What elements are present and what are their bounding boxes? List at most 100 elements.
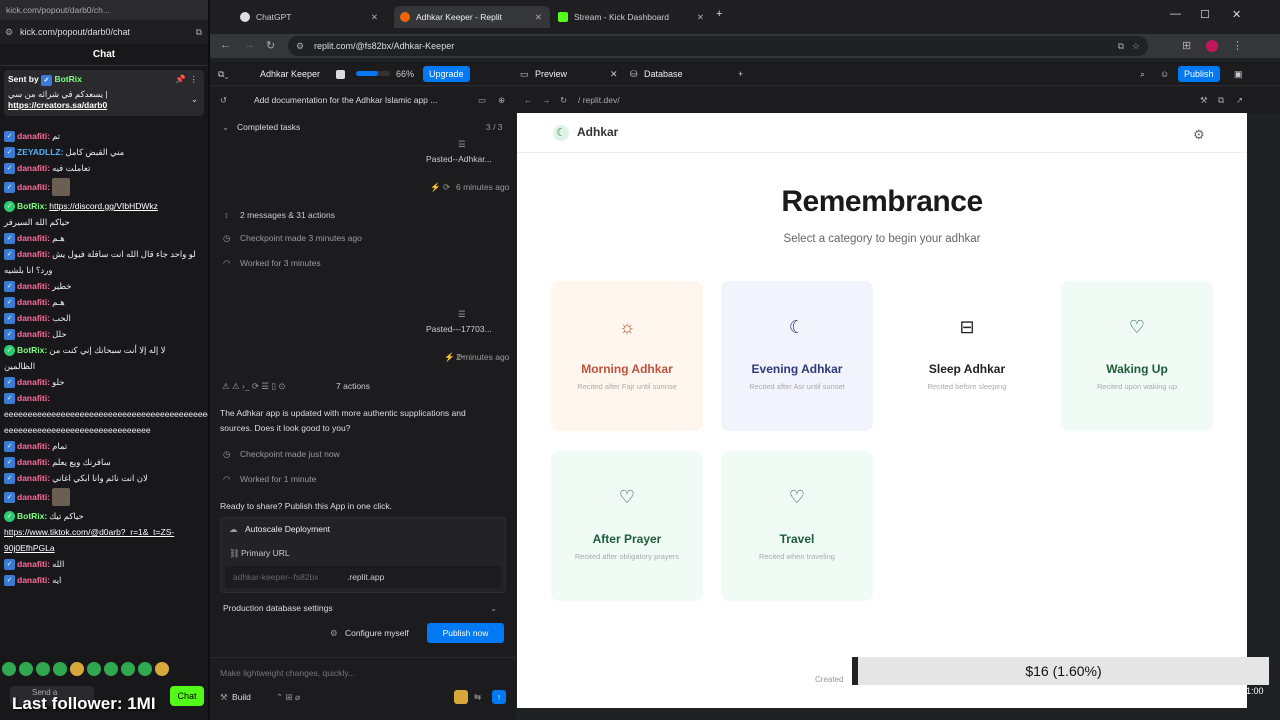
publish-button[interactable]: Publish [1178,66,1220,82]
category-card[interactable]: ⊟ Sleep Adhkar Recited before sleeping [891,281,1043,431]
tab-preview[interactable]: Preview [535,62,567,86]
db-settings-label[interactable]: Production database settings [223,603,333,613]
tab-kick-dashboard[interactable]: Stream - Kick Dashboard ✕ [552,6,712,28]
chat-username[interactable]: danafiti: [17,130,50,142]
browser-menu-icon[interactable]: ⋮ [1232,39,1243,52]
bookmark-star-icon[interactable]: ☆ [1132,36,1140,56]
add-tab-icon[interactable]: + [738,62,743,86]
completed-tasks-label[interactable]: Completed tasks [237,122,300,132]
extensions-icon[interactable]: ⊞ [1182,39,1191,52]
attach-icon[interactable]: ⌃ ⊞ ⌀ [276,692,300,703]
tab-replit[interactable]: Adhkar Keeper - Replit ✕ [394,6,550,28]
actions-count[interactable]: 7 actions [336,381,370,391]
emote-icon[interactable] [138,662,152,676]
category-card[interactable]: ☾ Evening Adhkar Recited after Asr until s… [721,281,873,431]
chat-username[interactable]: danafiti: [17,392,50,404]
forward-icon[interactable]: → [542,95,551,105]
forward-icon[interactable]: → [244,39,255,51]
chat-link[interactable]: https://www.tiktok.com/@d0arb?_r=1&_t=ZS… [4,526,174,538]
emote-icon[interactable] [2,662,16,676]
emote-icon[interactable] [87,662,101,676]
chat-address-bar[interactable]: ⚙ kick.com/popout/darb0/chat ⧉ [0,20,208,44]
chat-username[interactable]: danafiti: [17,248,50,260]
chat-link[interactable]: 90j0EfhPGLa [4,542,55,554]
back-icon[interactable]: ← [524,95,533,105]
chat-username[interactable]: danafiti: [17,376,50,388]
invite-icon[interactable]: ☺ [1160,62,1169,86]
chat-send-button[interactable]: Chat [170,686,204,706]
project-name[interactable]: Adhkar Keeper [260,62,320,86]
publish-now-button[interactable]: Publish now [427,623,504,643]
chat-username[interactable]: BotRix: [17,510,47,522]
new-window-icon[interactable]: ⧉ [1218,95,1224,106]
category-card[interactable]: ☼ Morning Adhkar Recited after Fajr until … [551,281,703,431]
emote-icon[interactable] [104,662,118,676]
agent-input[interactable]: Make lightweight changes, quickly... ⚒ B… [210,657,516,720]
stop-icon[interactable] [336,70,345,79]
layout-icon[interactable]: ▣ [1234,62,1243,86]
replit-menu-icon[interactable]: ⧉⌄ [218,62,229,86]
chat-icon[interactable]: ▭ [478,87,486,113]
chevron-down-icon[interactable]: ⌄ [191,94,198,105]
new-chat-icon[interactable]: ⊕ [498,87,505,113]
chat-username[interactable]: danafiti: [17,440,50,452]
tab-chatgpt[interactable]: ChatGPT ✕ [234,6,386,28]
chat-username[interactable]: danafiti: [17,491,50,503]
send-icon[interactable]: ↑ [492,690,506,704]
install-icon[interactable]: ⧉ [1118,36,1124,56]
chat-username[interactable]: danafiti: [17,574,50,586]
history-icon[interactable]: ↺ [220,87,227,113]
checkpoint-2[interactable]: Checkpoint made just now [240,449,340,459]
more-options-icon[interactable]: ⋮ [190,74,199,85]
devtools-icon[interactable]: ⚒ [1200,95,1208,106]
close-icon[interactable]: ✕ [371,6,378,28]
pasted-file-1[interactable]: Pasted--Adhkar... [426,154,492,164]
chat-username[interactable]: ZEYADLLZ: [17,146,63,158]
tab-database[interactable]: Database [644,62,683,86]
chat-username[interactable]: danafiti: [17,280,50,292]
power-icon[interactable] [454,690,468,704]
pin-icon[interactable]: 📌 [175,74,186,85]
chat-username[interactable]: danafiti: [17,328,50,340]
chat-username[interactable]: danafiti: [17,162,50,174]
emote-icon[interactable] [53,662,67,676]
url-input[interactable]: ⚙ replit.com/@fs82bx/Adhkar-Keeper ⧉ ☆ [288,36,1148,56]
settings-toggle-icon[interactable]: ⇆ [474,692,481,703]
chat-username[interactable]: danafiti: [17,312,50,324]
emote-icon[interactable] [36,662,50,676]
upgrade-button[interactable]: Upgrade [423,66,470,82]
search-icon[interactable]: ⌕ [1140,62,1145,86]
chat-link[interactable]: https://discord.gg/VIbHDWkz [49,200,158,212]
build-mode-button[interactable]: Build [232,692,251,702]
configure-myself-button[interactable]: Configure myself [345,628,409,638]
messages-actions-summary[interactable]: 2 messages & 31 actions [240,210,335,220]
chat-username[interactable]: BotRix: [17,344,47,356]
checkpoint-1[interactable]: Checkpoint made 3 minutes ago [240,233,362,243]
chat-username[interactable]: BotRix: [17,200,47,212]
emote-icon[interactable] [70,662,84,676]
site-info-icon[interactable]: ⚙ [5,20,13,44]
reload-icon[interactable]: ↻ [266,39,275,52]
close-window-icon[interactable]: ✕ [1232,8,1241,21]
pasted-file-2[interactable]: Pasted---17703... [426,324,492,334]
close-icon[interactable]: ✕ [697,6,704,28]
external-link-icon[interactable]: ↗ [1236,95,1243,106]
gear-icon[interactable]: ⚙ [1193,127,1205,143]
copy-icon[interactable]: ⧉ [196,20,202,44]
minimize-icon[interactable]: — [1170,8,1181,20]
back-icon[interactable]: ← [220,39,231,51]
preview-url[interactable]: / replit.dev/ [578,95,620,105]
expand-icon[interactable]: ↕ [224,210,228,220]
build-mode-icon[interactable]: ⚒ [220,692,228,703]
maximize-icon[interactable]: ☐ [1200,8,1210,21]
category-card[interactable]: ♡ Waking Up Recited upon waking up [1061,281,1213,431]
category-card[interactable]: ♡ Travel Recited when traveling [721,451,873,601]
chat-username[interactable]: danafiti: [17,232,50,244]
pinned-link[interactable]: https://creators.sa/darb0 [8,100,200,110]
category-card[interactable]: ♡ After Prayer Recited after obligatory pr… [551,451,703,601]
emote-icon[interactable] [19,662,33,676]
chat-username[interactable]: danafiti: [17,181,50,193]
site-info-icon[interactable]: ⚙ [296,36,304,56]
primary-url-input[interactable]: adhkar-keeper--fs82bx .replit.app [225,566,501,588]
chat-username[interactable]: danafiti: [17,296,50,308]
